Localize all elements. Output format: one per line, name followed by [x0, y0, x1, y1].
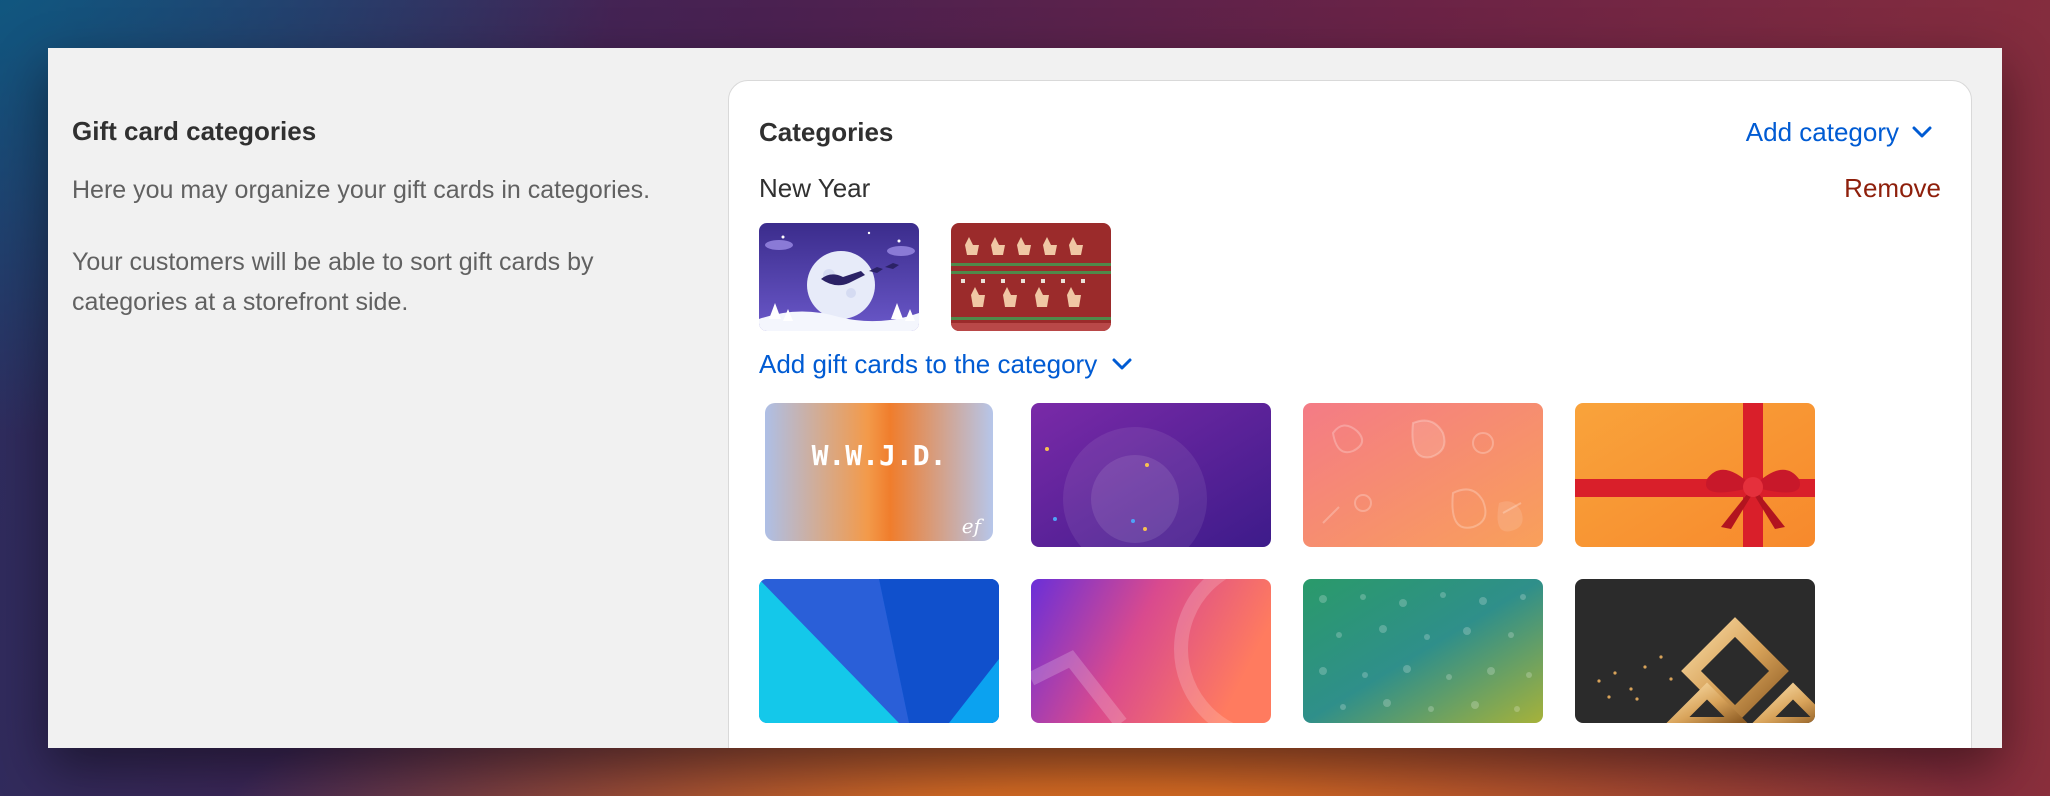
panel-title: Categories — [759, 117, 894, 147]
category-row: New Year Remove — [759, 171, 1941, 205]
section-intro: Gift card categories Here you may organi… — [72, 114, 712, 322]
reindeer-sweater-image — [951, 223, 1111, 331]
purple-circles-card[interactable] — [1031, 403, 1271, 547]
reindeer-sweater-card[interactable] — [951, 223, 1111, 331]
dark-gold-diamond-card[interactable] — [1575, 579, 1815, 723]
add-category-label: Add category — [1745, 117, 1899, 147]
dark-gold-diamond-image — [1575, 579, 1815, 723]
orange-ribbon-card[interactable] — [1575, 403, 1815, 547]
green-pattern-image — [1303, 579, 1543, 723]
coral-doodle-card[interactable] — [1303, 403, 1543, 547]
app-window: Gift card categories Here you may organi… — [48, 48, 2002, 748]
remove-category-button[interactable]: Remove — [1844, 171, 1941, 205]
coral-doodle-image — [1303, 403, 1543, 547]
moon-sleigh-card[interactable] — [759, 223, 919, 331]
add-category-button[interactable]: Add category — [1746, 115, 1933, 149]
blue-geometric-card[interactable] — [759, 579, 999, 723]
purple-coral-gradient-image — [1031, 579, 1271, 723]
section-description: Here you may organize your gift cards in… — [72, 176, 651, 204]
green-pattern-card[interactable] — [1303, 579, 1543, 723]
blue-geometric-image — [759, 579, 999, 723]
orange-ribbon-image — [1575, 403, 1815, 547]
add-gift-cards-button[interactable]: Add gift cards to the category — [759, 347, 1133, 381]
wwjd-gradient-image: W.W.J.D. ef — [765, 403, 993, 541]
purple-coral-gradient-card[interactable] — [1031, 579, 1271, 723]
panel-header: Categories Add category — [759, 115, 1941, 149]
categories-panel: Categories Add category New Year Remove — [728, 80, 1972, 748]
wwjd-gradient-card[interactable]: W.W.J.D. ef — [759, 403, 999, 547]
chevron-down-icon — [1112, 358, 1132, 370]
category-name: New Year — [759, 173, 871, 203]
add-gift-cards-label: Add gift cards to the category — [759, 349, 1098, 379]
card-watermark: W.W.J.D. — [812, 439, 947, 472]
chevron-down-icon — [1912, 126, 1932, 138]
section-description-secondary: Your customers will be able to sort gift… — [72, 248, 594, 316]
moon-sleigh-image — [759, 223, 919, 331]
purple-circles-image — [1031, 403, 1271, 547]
section-title: Gift card categories — [72, 116, 317, 146]
